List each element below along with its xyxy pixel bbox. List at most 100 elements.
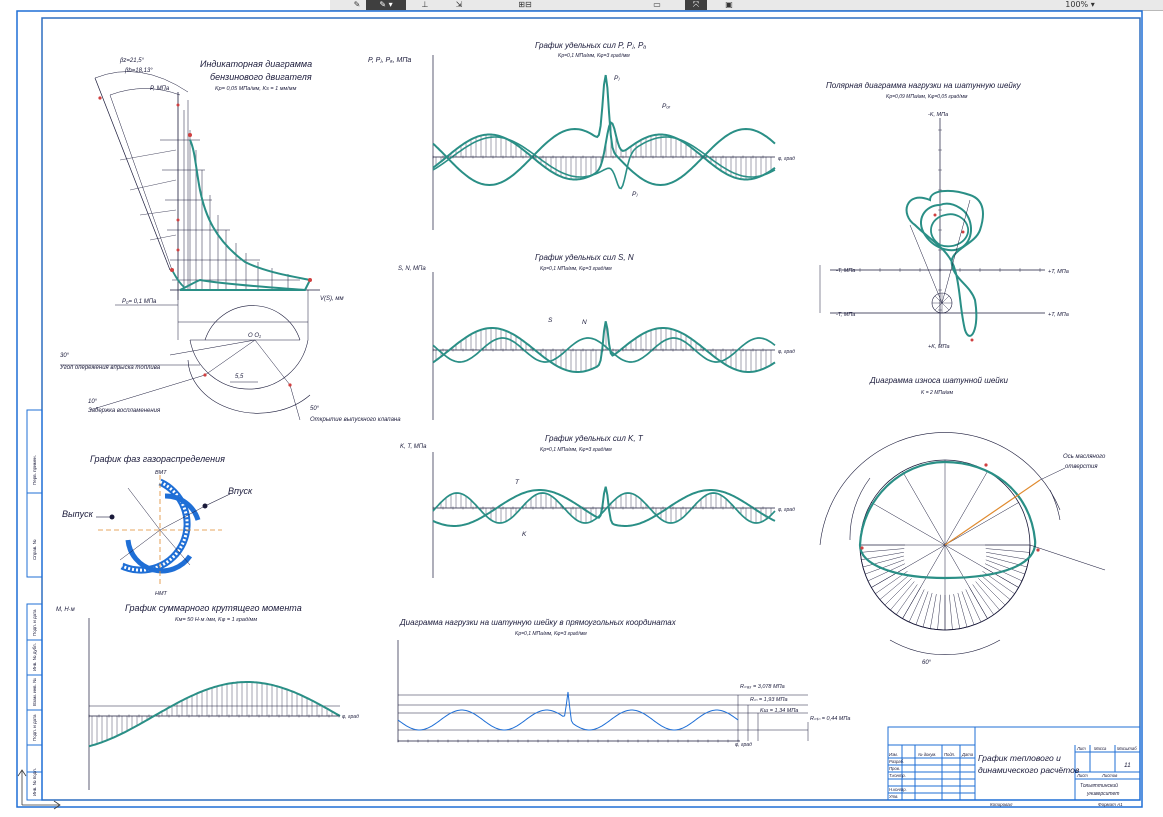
stamp-format: Формат A1: [1098, 802, 1123, 807]
forces-top-phi: φ, град: [778, 156, 795, 162]
indicator-sub: Kp= 0,05 МПа/мм, Ks = 1 мм/мм: [215, 86, 297, 92]
forces-sn-title: График удельных сил S, N: [535, 253, 634, 262]
stamp-mass: Масса: [1094, 746, 1107, 751]
forces-top-axis: P, Pⱼ, Pₐ, МПа: [368, 57, 411, 64]
wear-oil-label: Ось масляного: [1063, 454, 1106, 460]
label-k: K: [522, 531, 527, 538]
forces-sn-sub: Kp=0,1 МПа/мм, Kφ=3 град/мм: [540, 266, 612, 272]
chart-p-forces: [432, 55, 776, 230]
polar-tminus-1: -T, МПа: [836, 268, 855, 274]
torque-sub: Kм= 50 Н·м /мм, Kφ = 1 град/мм: [175, 617, 257, 623]
rect-sub: Kp=0,1 МПа/мм, Kφ=3 град/мм: [515, 631, 587, 637]
side-label-5: Взам. инв. №: [32, 678, 37, 706]
chart-rect-load: [397, 640, 809, 743]
forces-top-title: График удельных сил P, Pⱼ, Pₐ: [535, 41, 646, 50]
stamp-kopir: Копировал: [990, 802, 1013, 807]
stamp-tkontr: Т.контр.: [889, 773, 906, 778]
title-block: [887, 726, 1141, 801]
indicator-title2: бензинового двигателя: [210, 72, 312, 82]
indicator-v-label: V(S), мм: [320, 296, 344, 302]
side-label-6: Подп. и дата: [32, 714, 37, 741]
forces-kt-axis: K, T, МПа: [400, 444, 427, 450]
side-label-4: Инв. № дубл.: [32, 643, 37, 671]
note-oo: O O₁: [248, 333, 261, 339]
forces-kt-phi: φ, град: [778, 507, 795, 513]
forces-top-sub: Kp=0,1 МПа/мм, Kφ=3 град/мм: [558, 53, 630, 59]
polar-tminus-2: -T, МПа: [836, 312, 855, 318]
note-50: 50°: [310, 406, 320, 412]
inner-frame: [41, 17, 1141, 801]
stamp-title1: График теплового и: [978, 753, 1061, 763]
rect-phi: φ, град: [735, 742, 752, 748]
polar-tplus-2: +T, МПа: [1048, 312, 1069, 318]
rect-kw: Kш = 1,34 МПа: [760, 708, 798, 714]
gas-tdc-label: ВМТ: [155, 470, 167, 476]
forces-kt-sub: Kp=0,1 МПа/мм, Kφ=3 град/мм: [540, 447, 612, 453]
side-label-2: Справ. №: [32, 539, 37, 560]
indicator-p-label: P, МПа: [150, 86, 170, 92]
label-pj: Pⱼ: [632, 191, 638, 198]
polar-sub: Kp=0,09 МПа/мм, Kφ=0,05 град/мм: [886, 94, 968, 100]
forces-sn-phi: φ, град: [778, 349, 795, 355]
gas-phase-diagram: [96, 475, 231, 585]
stamp-prov: Пров.: [889, 766, 900, 771]
stamp-izm: Изм.: [889, 752, 898, 757]
indicator-angle2: βb=18,13°: [124, 68, 153, 74]
stamp-lit: Лит: [1076, 746, 1086, 751]
stamp-listov: Листов: [1101, 773, 1118, 778]
note-30-text: Угол опережения впрыска топлива: [59, 365, 161, 371]
polar-title: Полярная диаграмма нагрузки на шатунную …: [826, 81, 1022, 90]
stamp-razrab: Разраб.: [889, 759, 904, 764]
gas-title: График фаз газораспределения: [90, 454, 225, 464]
side-label-1: Перв. примен.: [32, 455, 37, 485]
wear-angle: 60°: [922, 660, 932, 666]
indicator-angle1: βz=21,5°: [119, 58, 145, 64]
ucs-icon: [17, 769, 61, 810]
stamp-data: Дата: [961, 752, 974, 757]
label-s: S: [548, 317, 553, 324]
stamp-sheet: 11: [1124, 762, 1131, 769]
rect-rmin: Rₘᵢₙ = 0,44 МПа: [810, 716, 850, 722]
stamp-scale: Масштаб: [1117, 746, 1137, 751]
rect-rmax: Rₘₐₓ = 3,078 МПа: [740, 684, 785, 690]
polar-kminus: -K, МПа: [928, 112, 948, 118]
note-10: 10°: [88, 399, 98, 405]
stamp-list: Лист: [1076, 773, 1088, 778]
drawing-sheet: Перв. примен. Справ. № Подп. и дата Инв.…: [16, 10, 1143, 810]
gas-exhaust-label: Выпуск: [62, 509, 94, 519]
chart-sn-forces: [432, 272, 776, 420]
torque-phi-label: φ, град: [342, 714, 359, 720]
stamp-org2: университет: [1086, 791, 1119, 797]
polar-tplus-1: +T, МПа: [1048, 269, 1069, 275]
gas-inlet-label: Впуск: [228, 486, 253, 496]
polar-kplus: +K, МПа: [928, 344, 950, 350]
stamp-utv: Утв.: [889, 794, 899, 799]
wear-diagram: [819, 432, 1106, 656]
label-t: T: [515, 479, 520, 486]
wear-sub: K = 2 МПа/мм: [921, 390, 954, 396]
side-label-3: Подп. и дата: [32, 609, 37, 636]
chart-kt-forces: [432, 452, 776, 578]
stamp-nkontr: Н.контр.: [889, 787, 907, 792]
gas-bdc-label: НМТ: [155, 591, 168, 597]
forces-kt-title: График удельных сил K, T: [545, 434, 644, 443]
torque-chart: [88, 618, 341, 790]
torque-title: График суммарного крутящего момента: [125, 603, 302, 613]
forces-sn-axis: S, N, МПа: [398, 266, 426, 272]
stamp-ndoc: № докум.: [918, 752, 936, 757]
stamp-title2: динамического расчётов: [978, 765, 1080, 775]
rect-rm: Rₘ = 1,93 МПа: [750, 697, 788, 703]
indicator-title: Индикаторная диаграмма: [200, 59, 312, 69]
torque-axis-label: M, Н·м: [56, 607, 75, 613]
note-30: 30°: [60, 353, 70, 359]
stamp-podp: Подп.: [944, 752, 955, 757]
rect-title: Диаграмма нагрузки на шатунную шейку в п…: [399, 618, 677, 627]
side-label-7: Инв. № подл.: [32, 768, 37, 796]
wear-title: Диаграмма износа шатунной шейки: [869, 376, 1009, 385]
note-10-text: Задержка воспламенения: [88, 408, 161, 414]
note-55: 5,5: [235, 374, 244, 380]
wear-oil-label2: отверстия: [1065, 464, 1098, 470]
stamp-org: Тольяттинский: [1080, 782, 1118, 789]
label-pz: Pₒᵣ: [662, 103, 671, 110]
note-50-text: Открытие выпускного клапана: [310, 417, 401, 423]
